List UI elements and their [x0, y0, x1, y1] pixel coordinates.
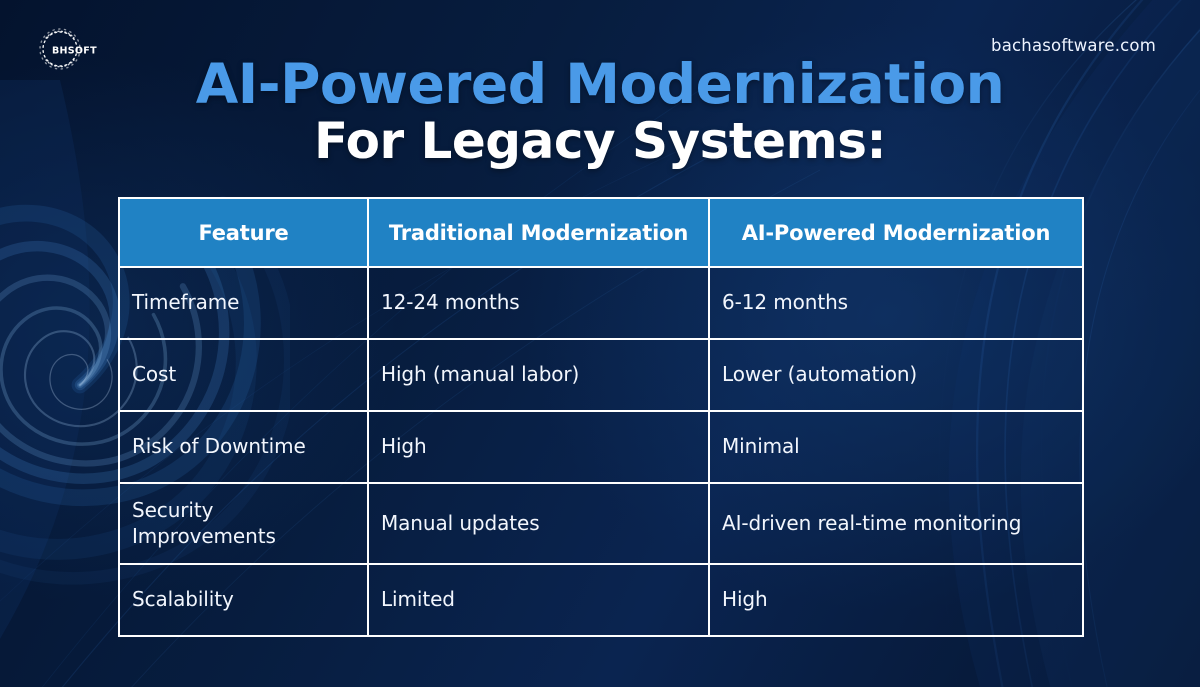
table-body: Timeframe 12-24 months 6-12 months Cost …: [118, 266, 1084, 637]
table-header-row: Feature Traditional Modernization AI-Pow…: [118, 197, 1084, 268]
column-header-traditional: Traditional Modernization: [367, 197, 710, 268]
table-row: Risk of Downtime High Minimal: [118, 410, 1084, 484]
cell-traditional: Manual updates: [367, 482, 710, 565]
cell-ai-powered: Lower (automation): [708, 338, 1084, 412]
cell-traditional: Limited: [367, 563, 710, 637]
slide-canvas: BHSOFT bachasoftware.com AI-Powered Mode…: [0, 0, 1200, 687]
title-line-2: For Legacy Systems:: [313, 112, 887, 171]
cell-ai-powered: 6-12 months: [708, 266, 1084, 340]
cell-feature: Scalability: [118, 563, 369, 637]
cell-feature: Timeframe: [118, 266, 369, 340]
column-header-feature: Feature: [118, 197, 369, 268]
table-header: Feature Traditional Modernization AI-Pow…: [118, 197, 1084, 268]
cell-feature: Risk of Downtime: [118, 410, 369, 484]
website-url: bachasoftware.com: [991, 36, 1156, 55]
logo-wordmark: BHSOFT: [52, 46, 97, 57]
cell-ai-powered: Minimal: [708, 410, 1084, 484]
table-row: Scalability Limited High: [118, 563, 1084, 637]
title-line-1: AI-Powered Modernization: [195, 52, 1005, 116]
cell-ai-powered: High: [708, 563, 1084, 637]
cell-feature: Security Improvements: [118, 482, 369, 565]
table-row: Cost High (manual labor) Lower (automati…: [118, 338, 1084, 412]
comparison-table: Feature Traditional Modernization AI-Pow…: [118, 197, 1084, 637]
cell-traditional: 12-24 months: [367, 266, 710, 340]
table-row: Security Improvements Manual updates AI-…: [118, 482, 1084, 565]
cell-feature: Cost: [118, 338, 369, 412]
cell-ai-powered: AI-driven real-time monitoring: [708, 482, 1084, 565]
table-row: Timeframe 12-24 months 6-12 months: [118, 266, 1084, 340]
cell-traditional: High: [367, 410, 710, 484]
cell-traditional: High (manual labor): [367, 338, 710, 412]
page-title: AI-Powered Modernization For Legacy Syst…: [0, 56, 1200, 168]
column-header-ai-powered: AI-Powered Modernization: [708, 197, 1084, 268]
